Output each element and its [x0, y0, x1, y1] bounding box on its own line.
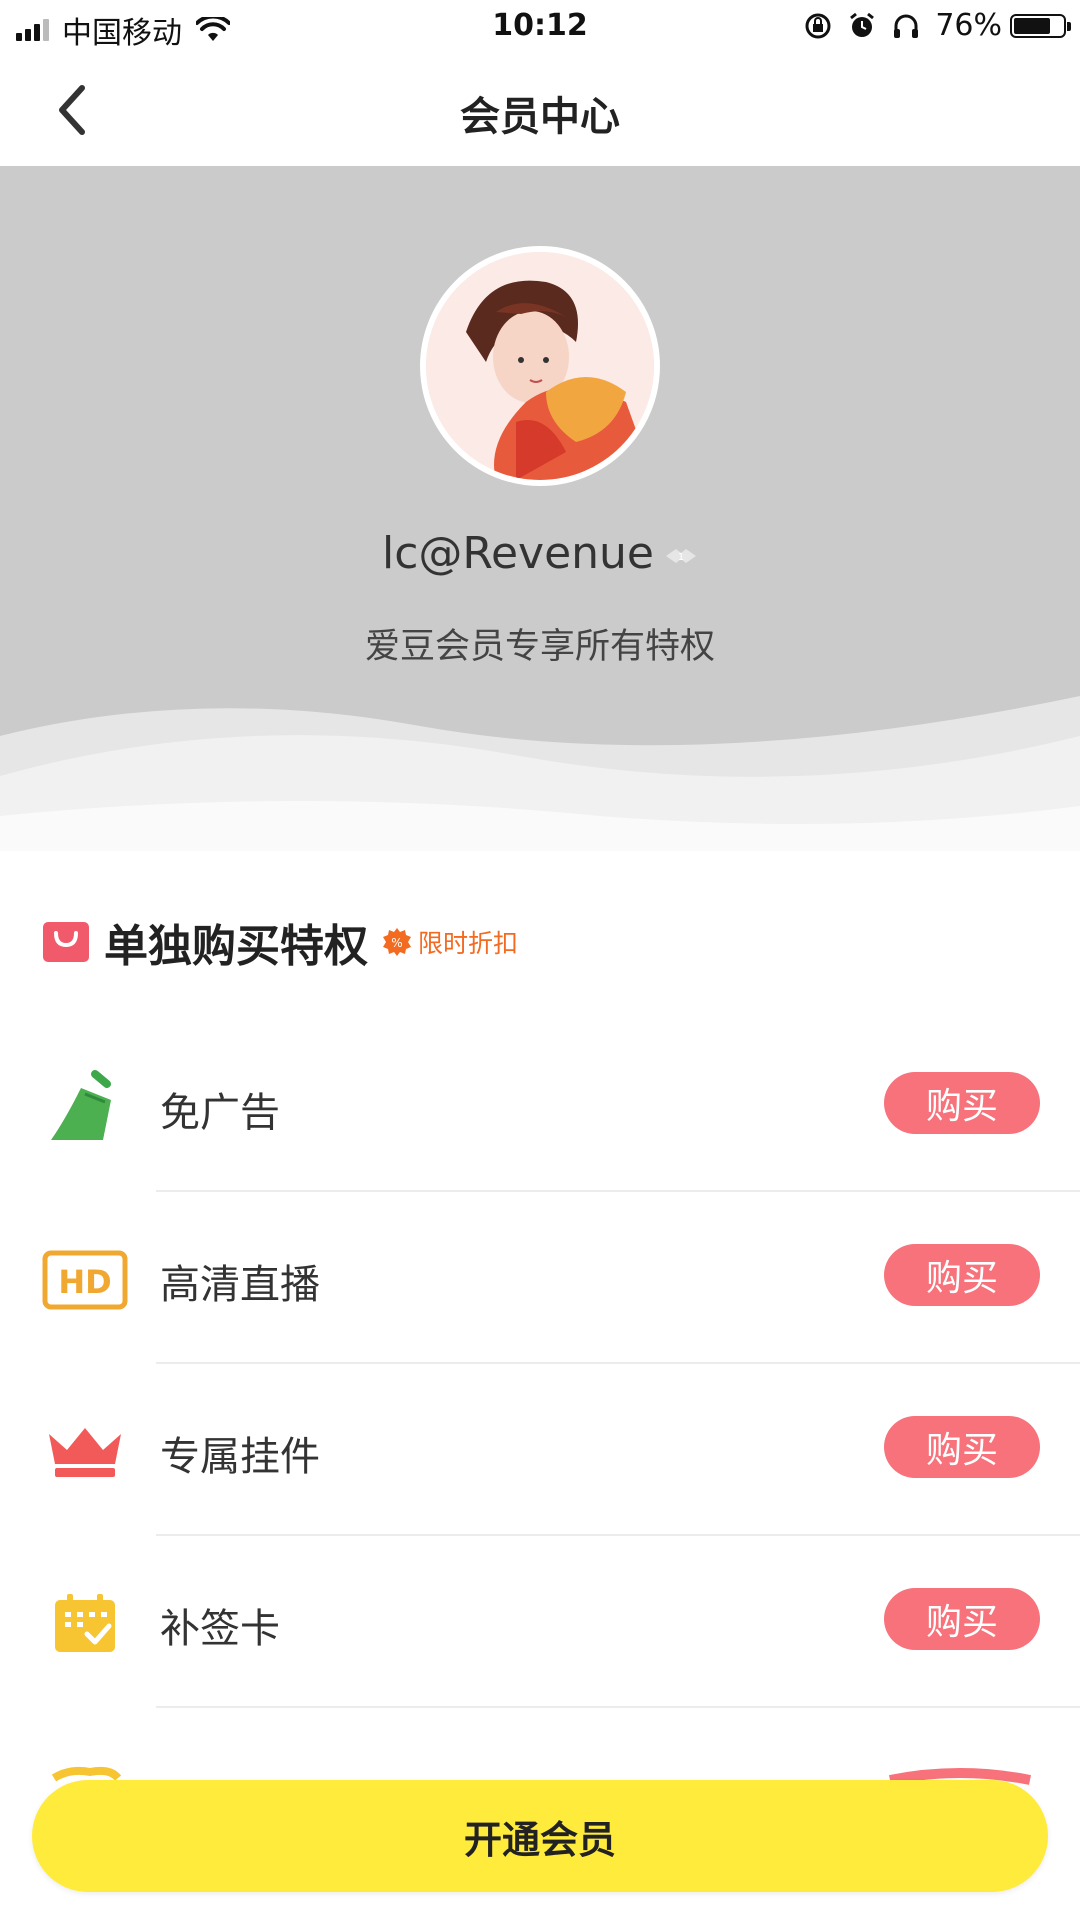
privilege-label: 高清直播: [160, 1262, 320, 1308]
discount-tag: % 限时折扣: [382, 924, 518, 960]
nav-bar: 会员中心: [0, 54, 1080, 166]
privilege-label: 专属挂件: [160, 1434, 320, 1480]
buy-button-makeup-card[interactable]: 购买: [884, 1588, 1040, 1650]
avatar-illustration: [426, 252, 654, 480]
page-title: 会员中心: [460, 94, 620, 140]
svg-text:HD: HD: [58, 1263, 111, 1301]
battery-icon: [1010, 13, 1071, 38]
svg-text:1: 1: [678, 552, 684, 563]
open-membership-button[interactable]: 开通会员: [32, 1780, 1048, 1892]
list-item: HD 高清直播 购买: [0, 1192, 1080, 1364]
discount-label: 限时折扣: [418, 929, 519, 958]
battery-percent: 76%: [935, 8, 1002, 43]
buy-button-no-ads[interactable]: 购买: [884, 1072, 1040, 1134]
level-badge-icon: 1: [666, 549, 697, 563]
member-subtitle: 爱豆会员专享所有特权: [364, 627, 715, 667]
username-row: lc@Revenue 1: [0, 528, 1080, 579]
divider: [156, 1706, 1080, 1708]
calendar-check-icon: [42, 1584, 128, 1664]
buy-button-pendant[interactable]: 购买: [884, 1416, 1040, 1478]
avatar[interactable]: [420, 246, 660, 486]
list-item: 专属挂件 购买: [0, 1364, 1080, 1536]
privilege-list: 免广告 购买 HD 高清直播 购买 专属挂件 购买 补签卡 购买: [0, 1020, 1080, 1708]
list-item: 免广告 购买: [0, 1020, 1080, 1192]
section-title: 单独购买特权: [104, 921, 368, 972]
section-header: 单独购买特权 % 限时折扣: [42, 910, 518, 974]
wave-decoration: [0, 696, 1080, 866]
privilege-label: 免广告: [160, 1090, 280, 1136]
rotation-lock-icon: [803, 11, 833, 41]
member-center-screen: 中国移动 10:12 76% 会员中心 lc@Revenue 1 爱豆会员专享所…: [0, 0, 1080, 1920]
broom-icon: [42, 1068, 128, 1148]
buy-button-hd-live[interactable]: 购买: [884, 1244, 1040, 1306]
status-bar: 中国移动 10:12 76%: [0, 0, 1080, 54]
list-item: 补签卡 购买: [0, 1536, 1080, 1708]
username: lc@Revenue: [381, 528, 655, 579]
crown-icon: [42, 1412, 128, 1492]
svg-text:%: %: [391, 936, 402, 950]
shopping-bag-icon: [43, 922, 89, 962]
hd-icon: HD: [42, 1240, 128, 1320]
headphones-icon: [891, 11, 921, 41]
alarm-icon: [847, 11, 877, 41]
status-right: 76%: [803, 8, 1071, 43]
discount-badge-icon: %: [383, 928, 411, 956]
privilege-label: 补签卡: [160, 1606, 280, 1652]
profile-header: lc@Revenue 1 爱豆会员专享所有特权: [0, 166, 1080, 866]
